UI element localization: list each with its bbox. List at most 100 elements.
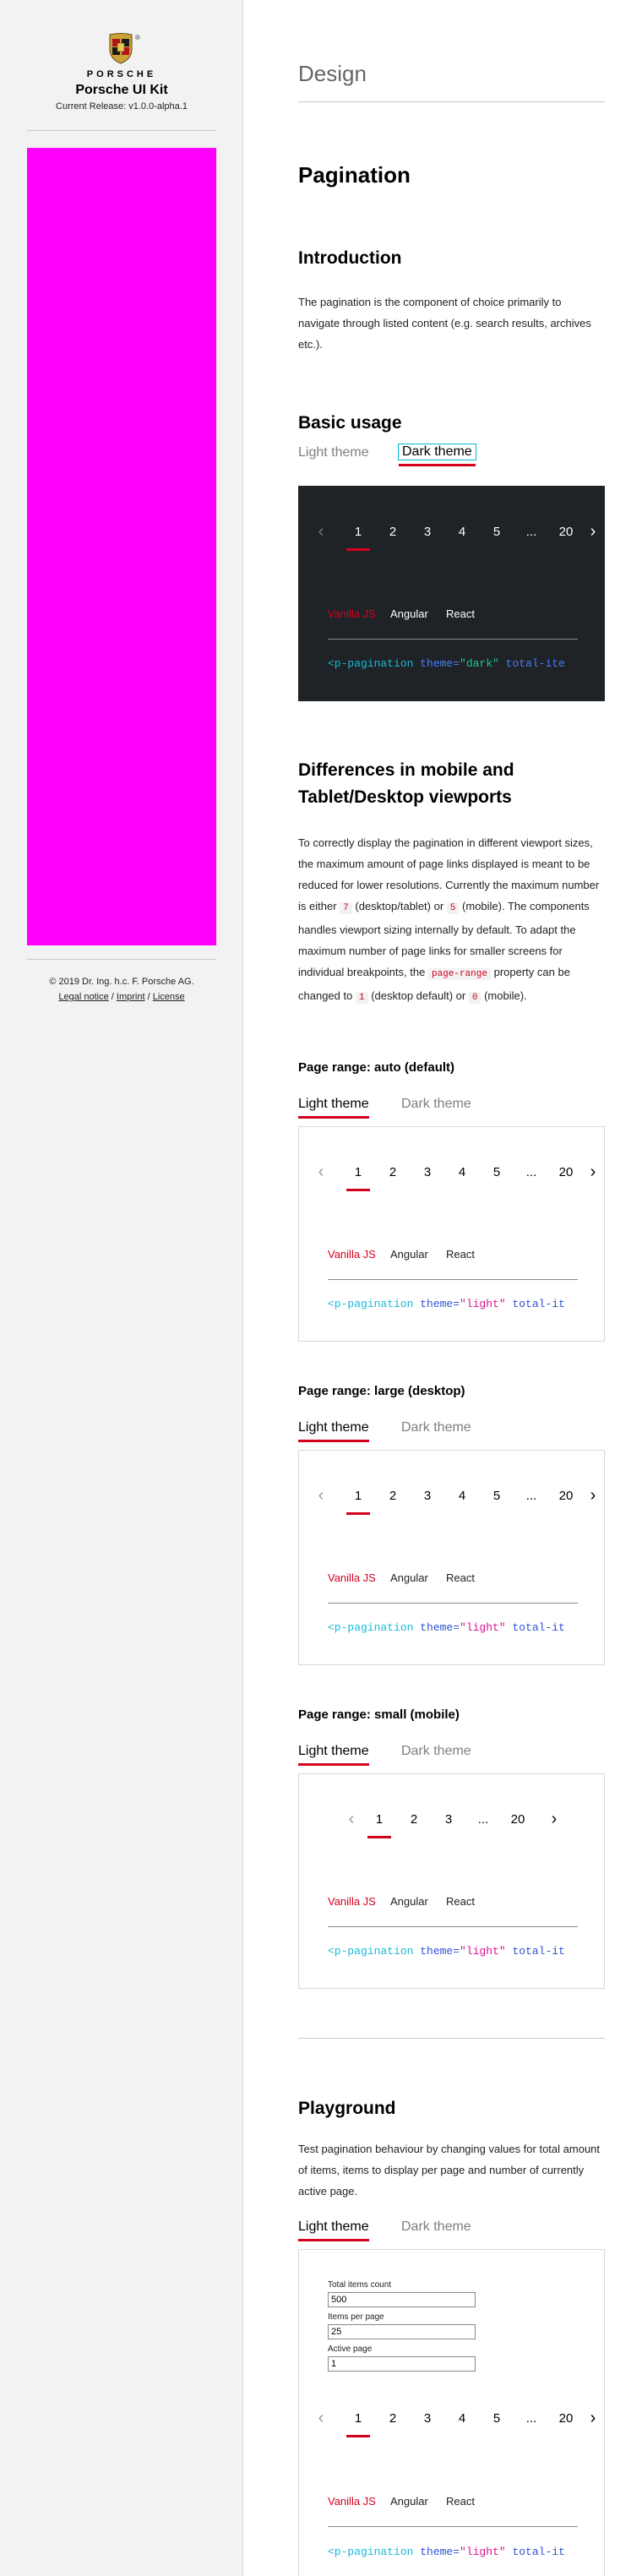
page-link[interactable]: 20 (506, 1812, 530, 1827)
code-tab-angular[interactable]: Angular (390, 1571, 428, 1584)
code-tab-vanilla-js[interactable]: Vanilla JS (328, 607, 376, 620)
page-link[interactable]: 20 (554, 2411, 578, 2426)
page-link[interactable]: 1 (346, 2411, 370, 2437)
differences-text: To correctly display the pagination in d… (298, 836, 600, 1004)
porsche-wordmark[interactable]: PORSCHE (0, 69, 243, 79)
code-tabs: Vanilla JS Angular React (328, 1895, 581, 1910)
page-link[interactable]: 1 (346, 1489, 370, 1515)
range-auto-heading: Page range: auto (default) (298, 1060, 455, 1075)
legal-links: Legal notice / Imprint / License (0, 992, 243, 1002)
page-link[interactable]: 4 (450, 2411, 474, 2426)
next-page-button[interactable]: › (581, 522, 605, 542)
code-tab-react[interactable]: React (446, 607, 475, 620)
prev-page-button[interactable]: ‹ (309, 522, 333, 542)
theme-tabs: Light theme Dark theme (298, 444, 605, 469)
section-divider (298, 2038, 605, 2039)
code-tab-vanilla-js[interactable]: Vanilla JS (328, 1895, 376, 1908)
next-page-button[interactable]: › (581, 1163, 605, 1182)
page-link[interactable]: 5 (485, 525, 509, 539)
page-link[interactable]: 2 (381, 2411, 405, 2426)
tab-dark-theme[interactable]: Dark theme (401, 1744, 471, 1759)
code-tab-angular[interactable]: Angular (390, 1895, 428, 1908)
page-link[interactable]: 5 (485, 1489, 509, 1503)
tab-dark-theme[interactable]: Dark theme (401, 2219, 471, 2235)
tab-light-theme[interactable]: Light theme (298, 2219, 369, 2241)
code-snippet: <p-pagination theme="light" total-it (328, 1621, 565, 1634)
code-tab-angular[interactable]: Angular (390, 607, 428, 620)
code-inline: 0 (468, 992, 482, 1004)
code-tabs: Vanilla JS Angular React (328, 607, 581, 623)
code-tab-vanilla-js[interactable]: Vanilla JS (328, 1571, 376, 1584)
tab-dark-theme[interactable]: Dark theme (401, 1420, 471, 1435)
page-link[interactable]: 3 (437, 1812, 460, 1827)
code-tab-angular[interactable]: Angular (390, 1248, 428, 1261)
prev-page-button[interactable]: ‹ (309, 1486, 333, 1506)
tab-dark-theme[interactable]: Dark theme (398, 444, 476, 466)
section-title: Design (298, 61, 367, 86)
code-tab-react[interactable]: React (446, 2495, 475, 2508)
playground-text: Test pagination behaviour by changing va… (298, 2143, 601, 2197)
next-page-button[interactable]: › (542, 1810, 566, 1829)
total-items-input[interactable] (328, 2292, 476, 2307)
page-link[interactable]: 2 (381, 1489, 405, 1503)
code-tab-react[interactable]: React (446, 1895, 475, 1908)
code-tab-vanilla-js[interactable]: Vanilla JS (328, 1248, 376, 1261)
license-link[interactable]: License (153, 992, 185, 1002)
tab-dark-theme[interactable]: Dark theme (401, 1097, 471, 1112)
imprint-link[interactable]: Imprint (117, 992, 145, 1002)
prev-page-button[interactable]: ‹ (340, 1810, 363, 1829)
items-per-page-input[interactable] (328, 2324, 476, 2339)
code-tab-angular[interactable]: Angular (390, 2495, 428, 2508)
page-link[interactable]: 4 (450, 1165, 474, 1179)
prev-page-button[interactable]: ‹ (309, 1163, 333, 1182)
page-link[interactable]: 4 (450, 525, 474, 539)
page-link[interactable]: 5 (485, 2411, 509, 2426)
next-page-button[interactable]: › (581, 1486, 605, 1506)
page-link[interactable]: 1 (346, 1165, 370, 1191)
code-tab-react[interactable]: React (446, 1571, 475, 1584)
code-inline: 1 (355, 992, 368, 1004)
code-divider (328, 1603, 578, 1604)
page-link[interactable]: 1 (367, 1812, 391, 1838)
prev-page-button[interactable]: ‹ (309, 2409, 333, 2428)
link-separator: / (147, 992, 150, 1002)
page-link[interactable]: 4 (450, 1489, 474, 1503)
page-link[interactable]: 20 (554, 1489, 578, 1503)
code-tab-react[interactable]: React (446, 1248, 475, 1261)
tab-light-theme[interactable]: Light theme (298, 445, 369, 460)
tab-light-theme[interactable]: Light theme (298, 1420, 369, 1442)
release-version: Current Release: v1.0.0-alpha.1 (56, 101, 188, 112)
tab-light-theme[interactable]: Light theme (298, 1744, 369, 1766)
legal-notice-link[interactable]: Legal notice (58, 992, 108, 1002)
basic-usage-heading: Basic usage (298, 413, 402, 433)
ellipsis: ... (525, 2411, 537, 2426)
code-snippet: <p-pagination theme="light" total-it (328, 1945, 565, 1958)
pagination: ‹ 1 2 3 4 5 ... 20 › (309, 1486, 596, 1515)
code-inline: 7 (340, 902, 352, 914)
code-tabs: Vanilla JS Angular React (328, 2495, 581, 2510)
page-link[interactable]: 3 (416, 1165, 439, 1179)
page-link[interactable]: 3 (416, 2411, 439, 2426)
intro-text: The pagination is the component of choic… (298, 296, 591, 351)
page-link[interactable]: 2 (381, 1165, 405, 1179)
page-link[interactable]: 20 (554, 525, 578, 539)
tab-light-theme[interactable]: Light theme (298, 1097, 369, 1119)
page-link[interactable]: 1 (346, 525, 370, 551)
page-link[interactable]: 20 (554, 1165, 578, 1179)
porsche-crest-icon[interactable] (108, 32, 133, 64)
ellipsis: ... (525, 1489, 537, 1503)
page-link[interactable]: 5 (485, 1165, 509, 1179)
next-page-button[interactable]: › (581, 2409, 605, 2428)
active-page-input[interactable] (328, 2356, 476, 2372)
demo-playground: Total items count Items per page Active … (298, 2249, 605, 2576)
code-tab-vanilla-js[interactable]: Vanilla JS (328, 2495, 376, 2508)
demo-dark: ‹ 1 2 3 4 5 ... 20 › Vanilla JS Angular … (298, 486, 605, 701)
section-divider (298, 101, 605, 102)
page-link[interactable]: 3 (416, 525, 439, 539)
page-link[interactable]: 2 (381, 525, 405, 539)
page-link[interactable]: 3 (416, 1489, 439, 1503)
page-link[interactable]: 2 (402, 1812, 426, 1827)
code-inline: 5 (446, 902, 460, 914)
code-tabs: Vanilla JS Angular React (328, 1571, 581, 1587)
active-page-label: Active page (328, 2345, 373, 2354)
